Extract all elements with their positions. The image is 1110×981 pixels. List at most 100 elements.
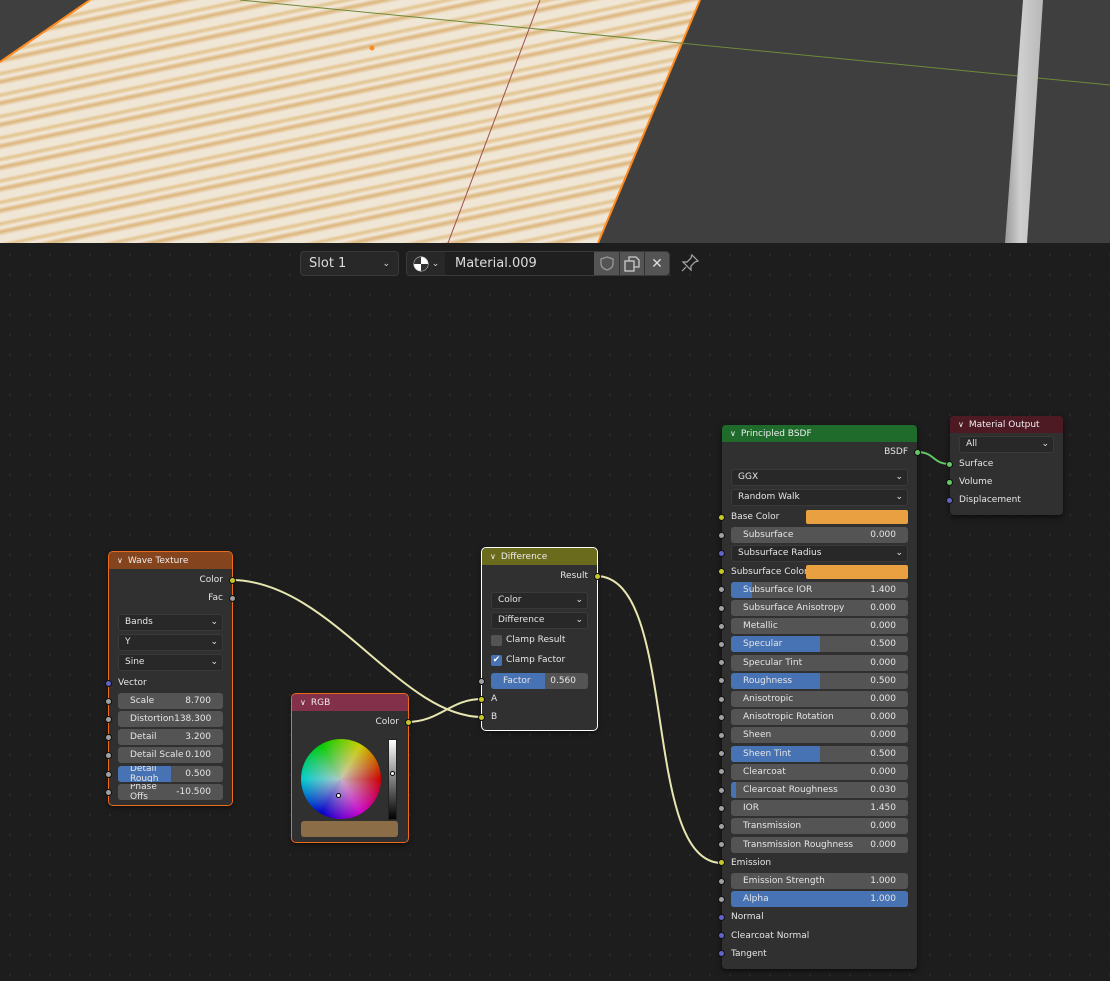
field-alpha[interactable]: Alpha 1.000 [731, 891, 908, 908]
node-header[interactable]: ∨ RGB [292, 694, 408, 711]
node-material-output[interactable]: ∨ Material Output All ⌄ Surface Volume Displac… [946, 416, 1063, 515]
duplicate-icon[interactable] [619, 252, 644, 275]
field-subsurface[interactable]: Subsurface 0.000 [731, 527, 908, 544]
socket-base-color[interactable] [718, 513, 725, 521]
dropdown-subsurface-radius[interactable]: Subsurface Radius ⌄ [731, 544, 908, 562]
dropdown-ggx[interactable]: GGX ⌄ [731, 468, 908, 486]
socket-metallic[interactable] [718, 622, 725, 630]
socket-transmission[interactable] [718, 822, 725, 830]
field-distortion[interactable]: Distortion 138.300 [118, 711, 223, 727]
field-anisotropic[interactable]: Anisotropic 0.000 [731, 691, 908, 707]
color-swatch[interactable] [301, 821, 398, 837]
node-principled-bsdf[interactable]: ∨ Principled BSDF BSDF GGX ⌄ Random Walk ⌄ Base… [718, 425, 921, 969]
field-ior[interactable]: IOR 1.450 [731, 800, 908, 817]
color-wheel-cursor[interactable] [336, 793, 341, 798]
socket-subsurface-color[interactable] [718, 568, 725, 576]
socket-alpha[interactable] [718, 895, 725, 903]
node-difference[interactable]: ∨ Difference Result Color ⌄ Difference ⌄ Clamp … [478, 547, 601, 731]
row-alpha[interactable]: Alpha 1.000 [718, 891, 917, 908]
field-roughness[interactable]: Roughness 0.500 [731, 672, 908, 689]
socket-ior[interactable] [718, 804, 725, 812]
node-wave-texture[interactable]: ∨ Wave Texture Color Fac Bands ⌄ Y ⌄ Sine ⌄ Vector… [105, 551, 236, 806]
socket-a[interactable] [478, 695, 485, 703]
row-detail-rough[interactable]: Detail Rough 0.500 [105, 766, 232, 782]
socket-displacement[interactable] [946, 496, 953, 504]
socket-specular[interactable] [718, 640, 725, 648]
row-anisotropic-rotation[interactable]: Anisotropic Rotation 0.000 [718, 709, 917, 726]
close-icon[interactable]: ✕ [644, 252, 669, 275]
row-transmission-roughness[interactable]: Transmission Roughness 0.000 [718, 836, 917, 853]
value-slider[interactable] [388, 739, 397, 820]
field-clearcoat-roughness[interactable]: Clearcoat Roughness 0.030 [731, 782, 908, 798]
field-detail[interactable]: Detail 3.200 [118, 729, 223, 745]
row-all[interactable]: All ⌄ [950, 435, 1063, 453]
3d-viewport[interactable] [0, 0, 1110, 243]
dropdown-bands[interactable]: Bands ⌄ [118, 613, 223, 631]
socket-transmission-roughness[interactable] [718, 841, 725, 849]
field-factor[interactable]: Factor 0.560 [491, 673, 588, 689]
socket-distortion[interactable] [105, 715, 112, 723]
dropdown-all[interactable]: All ⌄ [959, 435, 1054, 453]
row-ggx[interactable]: GGX ⌄ [722, 468, 917, 486]
socket-sheen-tint[interactable] [718, 750, 725, 758]
socket-clearcoat-roughness[interactable] [718, 786, 725, 794]
row-clamp-result[interactable]: Clamp Result [482, 632, 597, 648]
row-transmission[interactable]: Transmission 0.000 [718, 818, 917, 835]
material-selector[interactable]: ⌄ Material.009 ✕ [406, 251, 670, 276]
color-swatch[interactable] [806, 564, 908, 579]
material-name-field[interactable]: Material.009 [445, 252, 594, 275]
field-scale[interactable]: Scale 8.700 [118, 693, 223, 709]
color-wheel[interactable] [301, 739, 381, 819]
row-roughness[interactable]: Roughness 0.500 [718, 672, 917, 689]
socket-subsurface-ior[interactable] [718, 586, 725, 594]
socket-emission-strength[interactable] [718, 877, 725, 885]
row-ior[interactable]: IOR 1.450 [718, 800, 917, 817]
node-header[interactable]: ∨ Wave Texture [109, 552, 232, 569]
socket-result[interactable] [594, 572, 601, 580]
row-phase-offs[interactable]: Phase Offs -10.500 [105, 784, 232, 800]
dropdown-difference[interactable]: Difference ⌄ [491, 611, 588, 629]
socket-color[interactable] [229, 576, 236, 584]
row-color[interactable]: Color ⌄ [482, 591, 597, 609]
shield-fake-user-icon[interactable] [594, 252, 619, 275]
socket-fac[interactable] [229, 594, 236, 602]
row-distortion[interactable]: Distortion 138.300 [105, 711, 232, 727]
socket-clearcoat[interactable] [718, 768, 725, 776]
row-subsurface-anisotropy[interactable]: Subsurface Anisotropy 0.000 [718, 600, 917, 616]
socket-anisotropic[interactable] [718, 695, 725, 703]
dropdown-random-walk[interactable]: Random Walk ⌄ [731, 488, 908, 506]
row-y[interactable]: Y ⌄ [109, 633, 232, 651]
row-anisotropic[interactable]: Anisotropic 0.000 [718, 691, 917, 707]
row-random-walk[interactable]: Random Walk ⌄ [722, 488, 917, 506]
socket-subsurface-radius[interactable] [718, 549, 725, 557]
socket-sheen[interactable] [718, 731, 725, 739]
chevron-down-icon[interactable]: ∨ [730, 429, 736, 438]
socket-bsdf[interactable] [914, 448, 921, 456]
row-specular[interactable]: Specular 0.500 [718, 636, 917, 653]
socket-color[interactable] [405, 718, 412, 726]
socket-subsurface-anisotropy[interactable] [718, 604, 725, 612]
node-header[interactable]: ∨ Material Output [950, 416, 1063, 433]
socket-surface[interactable] [946, 460, 953, 468]
dropdown-y[interactable]: Y ⌄ [118, 633, 223, 651]
field-transmission[interactable]: Transmission 0.000 [731, 818, 908, 835]
row-detail[interactable]: Detail 3.200 [105, 729, 232, 745]
chevron-down-icon[interactable]: ∨ [117, 556, 123, 565]
socket-detail-scale[interactable] [105, 751, 112, 759]
checkbox[interactable] [491, 634, 502, 646]
socket-emission[interactable] [718, 859, 725, 867]
value-slider-handle[interactable] [390, 771, 395, 776]
row-clearcoat-roughness[interactable]: Clearcoat Roughness 0.030 [718, 782, 917, 798]
checkbox-checked[interactable]: ✔ [491, 654, 502, 666]
node-rgb[interactable]: ∨ RGB Color [291, 693, 412, 843]
socket-subsurface[interactable] [718, 531, 725, 539]
row-metallic[interactable]: Metallic 0.000 [718, 618, 917, 635]
row-detail-scale[interactable]: Detail Scale 0.100 [105, 747, 232, 763]
socket-volume[interactable] [946, 478, 953, 486]
socket-vector[interactable] [105, 679, 112, 687]
field-phase-offs[interactable]: Phase Offs -10.500 [118, 784, 223, 800]
field-metallic[interactable]: Metallic 0.000 [731, 618, 908, 635]
node-header[interactable]: ∨ Difference [482, 548, 597, 565]
row-subsurface-color[interactable]: Subsurface Color [718, 564, 917, 580]
socket-b[interactable] [478, 713, 485, 721]
